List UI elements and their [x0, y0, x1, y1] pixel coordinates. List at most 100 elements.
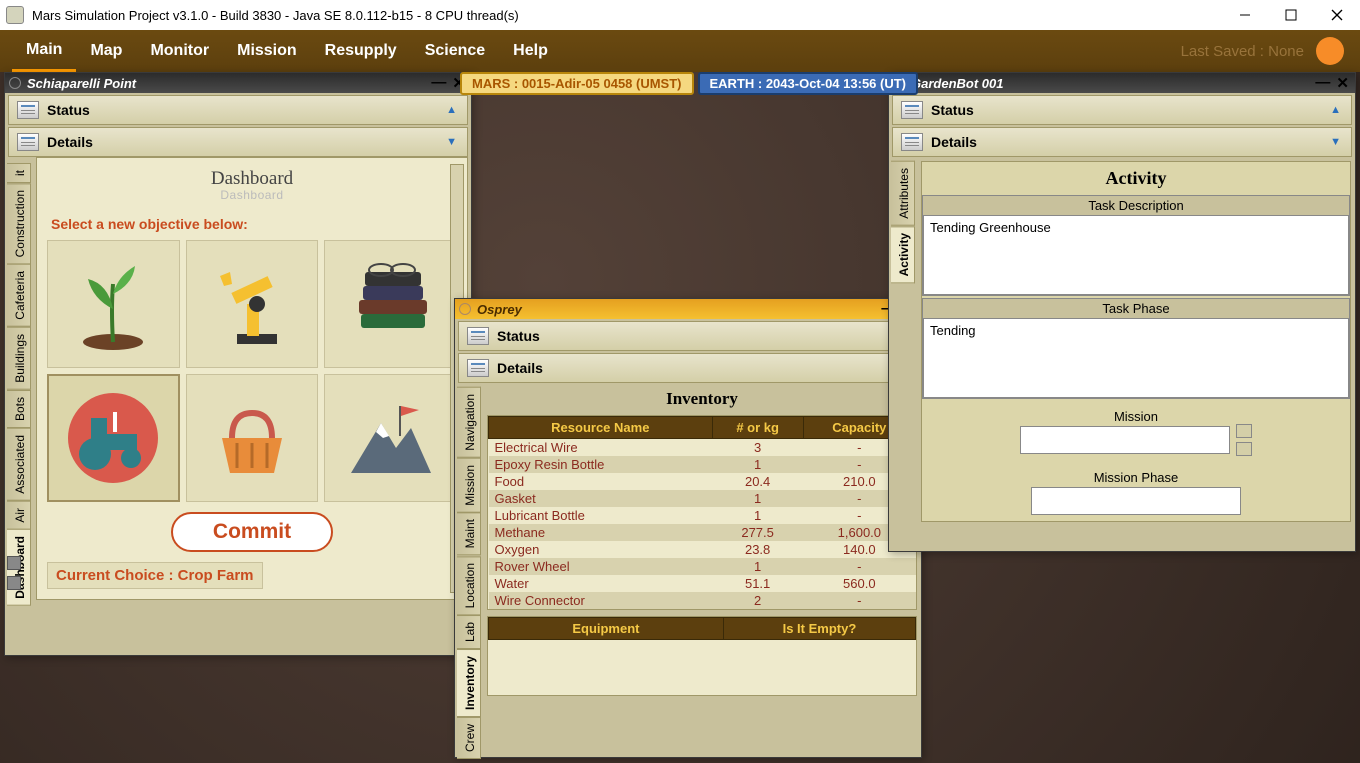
menu-monitor[interactable]: Monitor [136, 30, 223, 72]
objective-manufacturing[interactable] [186, 240, 319, 368]
osp-status-bar[interactable]: Status ▲ [458, 321, 918, 351]
sch-min-icon[interactable]: — [431, 74, 446, 92]
col-amount[interactable]: # or kg [712, 417, 803, 439]
table-row[interactable]: Lubricant Bottle1- [489, 507, 916, 524]
sch-details-bar[interactable]: Details ▼ [8, 127, 468, 157]
tab-associated[interactable]: Associated [7, 428, 31, 501]
chat-icon[interactable] [1316, 37, 1344, 65]
table-row[interactable]: Gasket1- [489, 490, 916, 507]
tool-icon-1[interactable] [7, 556, 21, 570]
earth-time[interactable]: EARTH : 2043-Oct-04 13:56 (UT) [698, 72, 919, 95]
mission-label: Mission [922, 409, 1350, 424]
task-phase-label: Task Phase [923, 299, 1349, 318]
tab-it[interactable]: it [7, 163, 31, 183]
titlebar: Mars Simulation Project v3.1.0 - Build 3… [0, 0, 1360, 30]
table-row[interactable]: Water51.1560.0 [489, 575, 916, 592]
mountain-icon [341, 388, 441, 488]
maximize-button[interactable] [1268, 0, 1314, 30]
basket-icon [202, 388, 302, 488]
col-equipment[interactable]: Equipment [489, 618, 724, 640]
tab-bots[interactable]: Bots [7, 390, 31, 428]
objective-label: Select a new objective below: [51, 216, 457, 232]
col-resource[interactable]: Resource Name [489, 417, 713, 439]
gb-close-icon[interactable]: ✕ [1336, 74, 1349, 92]
table-row[interactable]: Electrical Wire3- [489, 439, 916, 457]
window-icon [459, 303, 471, 315]
menu-help[interactable]: Help [499, 30, 562, 72]
tab-location[interactable]: Location [457, 556, 481, 615]
osp-side-tabs: Crew Inventory Lab Location Maint Missio… [457, 387, 481, 759]
desktop: MARS : 0015-Adir-05 0458 (UMST) EARTH : … [0, 72, 1360, 763]
tab-cafeteria[interactable]: Cafeteria [7, 264, 31, 327]
gb-min-icon[interactable]: — [1315, 74, 1330, 92]
list-icon [901, 101, 923, 119]
commit-button[interactable]: Commit [171, 512, 333, 552]
tab-mission[interactable]: Mission [457, 458, 481, 513]
gb-side-tabs: Activity Attributes [891, 161, 915, 283]
window-gardenbot-titlebar[interactable]: GardenBot 001 —✕ [889, 73, 1355, 93]
sch-status-bar[interactable]: Status ▲ [8, 95, 468, 125]
tab-inventory[interactable]: Inventory [457, 649, 481, 717]
robot-arm-icon [202, 254, 302, 354]
minimize-button[interactable] [1222, 0, 1268, 30]
menu-mission[interactable]: Mission [223, 30, 311, 72]
tool-icon-2[interactable] [7, 576, 21, 590]
gb-status-bar[interactable]: Status ▲ [892, 95, 1352, 125]
window-icon [9, 77, 21, 89]
window-controls [1222, 0, 1360, 30]
task-description-label: Task Description [923, 196, 1349, 215]
window-schiaparelli-title: Schiaparelli Point [27, 76, 136, 91]
inventory-heading: Inventory [487, 383, 917, 415]
list-icon [17, 101, 39, 119]
tab-attributes[interactable]: Attributes [891, 161, 915, 226]
tab-maint[interactable]: Maint [457, 512, 481, 555]
window-osprey-titlebar[interactable]: Osprey —✕ [455, 299, 921, 319]
tab-construction[interactable]: Construction [7, 183, 31, 264]
tab-lab[interactable]: Lab [457, 615, 481, 649]
dashboard-heading-shadow: Dashboard [47, 188, 457, 202]
sch-tools [7, 556, 23, 596]
tab-navigation[interactable]: Navigation [457, 387, 481, 458]
objective-transportation[interactable] [47, 374, 180, 502]
chevron-down-icon: ▼ [446, 136, 457, 148]
books-icon [341, 254, 441, 354]
mission-input[interactable] [1020, 426, 1230, 454]
mission-edit-icon[interactable] [1236, 442, 1252, 456]
osp-details-bar[interactable]: Details ▼ [458, 353, 918, 383]
table-row[interactable]: Food20.4210.0 [489, 473, 916, 490]
col-isempty[interactable]: Is It Empty? [723, 618, 915, 640]
objective-tourism[interactable] [324, 374, 457, 502]
current-choice-label: Current Choice : Crop Farm [47, 562, 263, 589]
window-title: Mars Simulation Project v3.1.0 - Build 3… [32, 8, 519, 23]
resource-table: Resource Name # or kg Capacity Electrica… [488, 416, 916, 609]
table-row[interactable]: Oxygen23.8140.0 [489, 541, 916, 558]
list-icon [467, 327, 489, 345]
mission-phase-input[interactable] [1031, 487, 1241, 515]
objective-trade[interactable] [186, 374, 319, 502]
tab-crew[interactable]: Crew [457, 717, 481, 759]
gb-details-bar[interactable]: Details ▼ [892, 127, 1352, 157]
tab-activity[interactable]: Activity [891, 226, 915, 283]
menu-science[interactable]: Science [411, 30, 499, 72]
table-row[interactable]: Rover Wheel1- [489, 558, 916, 575]
table-row[interactable]: Methane277.51,600.0 [489, 524, 916, 541]
mission-doc-icon[interactable] [1236, 424, 1252, 438]
window-schiaparelli-titlebar[interactable]: Schiaparelli Point —✕ [5, 73, 471, 93]
window-schiaparelli: Schiaparelli Point —✕ Status ▲ Details ▼… [4, 72, 472, 656]
objective-research[interactable] [324, 240, 457, 368]
window-osprey-title: Osprey [477, 302, 522, 317]
close-button[interactable] [1314, 0, 1360, 30]
menu-resupply[interactable]: Resupply [311, 30, 411, 72]
table-row[interactable]: Epoxy Resin Bottle1- [489, 456, 916, 473]
menu-main[interactable]: Main [12, 30, 76, 72]
objective-crop-farm[interactable] [47, 240, 180, 368]
menubar: Main Map Monitor Mission Resupply Scienc… [0, 30, 1360, 72]
tab-buildings[interactable]: Buildings [7, 327, 31, 390]
mars-time[interactable]: MARS : 0015-Adir-05 0458 (UMST) [460, 72, 694, 95]
list-icon [901, 133, 923, 151]
tab-air[interactable]: Air [7, 501, 31, 530]
table-row[interactable]: Wire Connector2- [489, 592, 916, 609]
menu-map[interactable]: Map [76, 30, 136, 72]
last-saved-label: Last Saved : None [1181, 43, 1316, 60]
time-bar: MARS : 0015-Adir-05 0458 (UMST) EARTH : … [460, 72, 918, 95]
